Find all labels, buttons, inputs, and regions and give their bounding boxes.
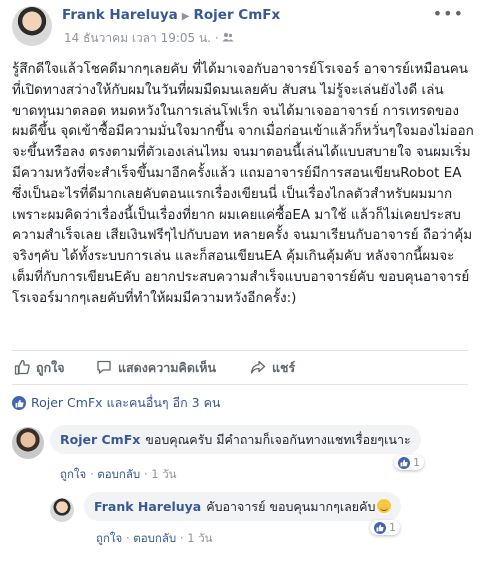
comment-item: Rojer CmFx ขอบคุณครับ มีคำถามก็เจอกันทางแ… — [12, 425, 472, 485]
reaction-count: 1 — [413, 456, 420, 469]
comment-label: แสดงความคิดเห็น — [118, 360, 217, 375]
post-actions: ถูกใจ แสดงความคิดเห็น แชร์ — [12, 356, 468, 380]
reply-reply-link[interactable]: ตอบกลับ — [133, 531, 176, 545]
comment-actions: ถูกใจ · ตอบกลับ · 1 วัน — [60, 466, 177, 484]
comment-bubble: Rojer CmFx ขอบคุณครับ มีคำถามก็เจอกันทางแ… — [50, 425, 421, 454]
author-avatar[interactable] — [12, 6, 52, 46]
reply-actions: ถูกใจ · ตอบกลับ · 1 วัน — [96, 530, 213, 548]
recipient-name-link[interactable]: Rojer CmFx — [194, 7, 281, 23]
comment-text: ขอบคุณครับ มีคำถามก็เจอกันทางแชทเรื่อยๆเ… — [145, 432, 411, 447]
friends-icon[interactable] — [222, 31, 234, 45]
commenter-avatar[interactable] — [12, 427, 44, 459]
post-header: Frank Hareluya ▶ Rojer CmFx 14 ธันวาคม เวล… — [12, 4, 468, 50]
share-label: แชร์ — [272, 360, 296, 375]
comment-reaction-badge[interactable]: 1 — [394, 455, 424, 470]
post-meta: 14 ธันวาคม เวลา 19:05 น. · — [64, 29, 234, 48]
arrow-right-icon: ▶ — [181, 11, 190, 22]
likes-summary-text: Rojer CmFx และคนอื่นๆ อีก 3 คน — [31, 395, 221, 410]
author-name-link[interactable]: Frank Hareluya — [62, 7, 178, 23]
smiling-emoji-icon — [377, 499, 392, 513]
reply-time[interactable]: 1 วัน — [187, 531, 212, 545]
reply-bubble: Frank Hareluya คับอาจารย์ ขอบคุนมากๆเลยคั… — [84, 492, 402, 521]
share-button[interactable]: แชร์ — [250, 358, 295, 378]
more-icon[interactable]: ••• — [433, 4, 464, 23]
comment-reply-link[interactable]: ตอบกลับ — [97, 467, 140, 481]
reply-reaction-badge[interactable]: 1 — [370, 520, 400, 535]
thumbs-up-icon — [14, 359, 30, 378]
facebook-post: Frank Hareluya ▶ Rojer CmFx 14 ธันวาคม เวล… — [0, 0, 480, 576]
reply-text: คับอาจารย์ ขอบคุนมากๆเลยคับ — [206, 499, 376, 514]
reply-author-avatar[interactable] — [50, 498, 74, 522]
post-timestamp[interactable]: 14 ธันวาคม เวลา 19:05 น. — [64, 31, 211, 45]
share-arrow-icon — [250, 359, 266, 378]
like-reaction-icon — [12, 396, 26, 410]
likes-summary[interactable]: Rojer CmFx และคนอื่นๆ อีก 3 คน — [12, 393, 220, 413]
comment-bubble-icon — [96, 359, 112, 378]
like-label: ถูกใจ — [36, 360, 65, 375]
post-body: รู้สึกดีใจแล้วโชคดีมากๆเลยคับ ที่ได้มาเจ… — [12, 61, 474, 306]
reaction-count: 1 — [389, 521, 396, 534]
divider — [12, 384, 468, 385]
reply-author-link[interactable]: Frank Hareluya — [94, 499, 201, 514]
divider — [12, 350, 468, 351]
like-button[interactable]: ถูกใจ — [14, 358, 65, 378]
like-reaction-icon — [374, 521, 386, 534]
post-author-line: Frank Hareluya ▶ Rojer CmFx — [62, 7, 280, 23]
comment-button[interactable]: แสดงความคิดเห็น — [96, 358, 216, 378]
reply-item: Frank Hareluya คับอาจารย์ ขอบคุนมากๆเลยคั… — [50, 492, 470, 548]
reply-like-link[interactable]: ถูกใจ — [96, 531, 122, 545]
comment-author-link[interactable]: Rojer CmFx — [60, 432, 140, 447]
comment-like-link[interactable]: ถูกใจ — [60, 467, 86, 481]
like-reaction-icon — [398, 456, 410, 469]
comment-time[interactable]: 1 วัน — [151, 467, 176, 481]
